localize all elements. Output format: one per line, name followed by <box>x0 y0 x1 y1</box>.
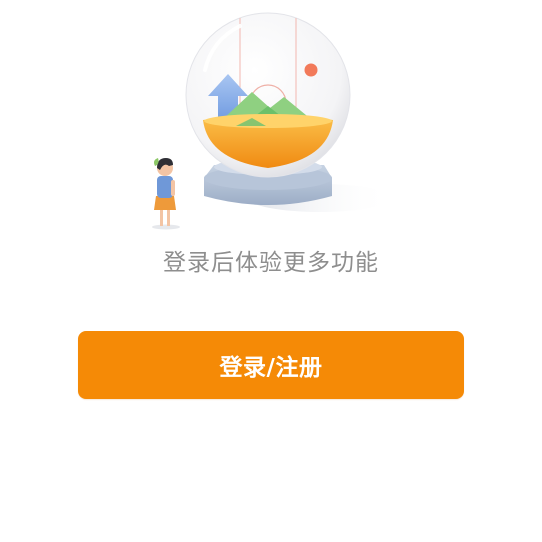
login-prompt-message: 登录后体验更多功能 <box>163 250 379 276</box>
person-figure <box>152 158 180 230</box>
login-prompt-screen: 登录后体验更多功能 登录/注册 <box>0 0 542 542</box>
sun-icon <box>304 63 318 77</box>
snow-globe-illustration <box>152 12 392 230</box>
login-register-button[interactable]: 登录/注册 <box>78 331 464 399</box>
